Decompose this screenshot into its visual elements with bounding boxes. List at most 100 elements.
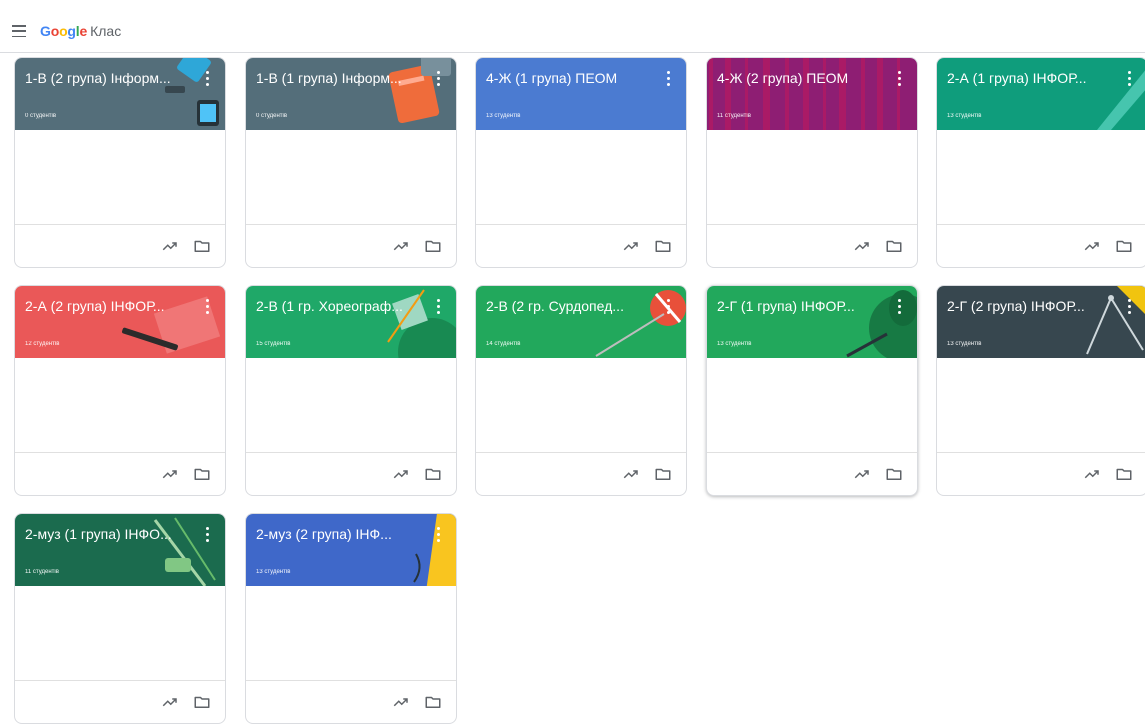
trending-icon[interactable] bbox=[853, 237, 871, 255]
more-vert-icon[interactable] bbox=[203, 525, 211, 543]
class-title[interactable]: 2-Г (2 група) ІНФОР... bbox=[947, 298, 1115, 314]
student-count: 13 студентів bbox=[256, 569, 291, 575]
class-banner[interactable]: 2-Г (1 група) ІНФОР... 13 студентів bbox=[707, 286, 917, 358]
class-title[interactable]: 2-муз (2 група) ІНФ... bbox=[256, 526, 424, 542]
student-count: 13 студентів bbox=[947, 113, 982, 119]
student-count: 0 студентів bbox=[256, 113, 288, 119]
card-footer bbox=[246, 224, 456, 267]
student-count: 15 студентів bbox=[256, 341, 291, 347]
more-vert-icon[interactable] bbox=[434, 525, 442, 543]
class-banner[interactable]: 2-В (1 гр. Хореограф... 15 студентів bbox=[246, 286, 456, 358]
trending-icon[interactable] bbox=[392, 237, 410, 255]
class-title[interactable]: 2-Г (1 група) ІНФОР... bbox=[717, 298, 885, 314]
class-card[interactable]: 2-А (1 група) ІНФОР... 13 студентів bbox=[936, 57, 1145, 268]
class-card[interactable]: 2-В (2 гр. Сурдопед... 14 студентів bbox=[475, 285, 687, 496]
more-vert-icon[interactable] bbox=[434, 69, 442, 87]
student-count: 14 студентів bbox=[486, 341, 521, 347]
card-footer bbox=[15, 680, 225, 723]
more-vert-icon[interactable] bbox=[895, 297, 903, 315]
class-title[interactable]: 2-муз (1 група) ІНФО... bbox=[25, 526, 193, 542]
class-title[interactable]: 1-В (1 група) Інформ... bbox=[256, 70, 424, 86]
folder-icon[interactable] bbox=[193, 465, 211, 483]
class-card[interactable]: 1-В (1 група) Інформ... 0 студентів bbox=[245, 57, 457, 268]
card-footer bbox=[707, 452, 917, 495]
trending-icon[interactable] bbox=[1083, 237, 1101, 255]
top-app-bar: Google Клас bbox=[0, 10, 1145, 53]
class-card[interactable]: 2-Г (2 група) ІНФОР... 13 студентів bbox=[936, 285, 1145, 496]
trending-icon[interactable] bbox=[392, 693, 410, 711]
more-vert-icon[interactable] bbox=[1125, 297, 1133, 315]
class-title[interactable]: 2-В (2 гр. Сурдопед... bbox=[486, 298, 654, 314]
trending-icon[interactable] bbox=[161, 465, 179, 483]
class-card[interactable]: 2-муз (2 група) ІНФ... 13 студентів bbox=[245, 513, 457, 724]
card-footer bbox=[15, 224, 225, 267]
class-card[interactable]: 2-муз (1 група) ІНФО... 11 студентів bbox=[14, 513, 226, 724]
folder-icon[interactable] bbox=[885, 465, 903, 483]
class-banner[interactable]: 2-А (1 група) ІНФОР... 13 студентів bbox=[937, 58, 1145, 130]
student-count: 12 студентів bbox=[25, 341, 60, 347]
class-banner[interactable]: 2-Г (2 група) ІНФОР... 13 студентів bbox=[937, 286, 1145, 358]
folder-icon[interactable] bbox=[193, 693, 211, 711]
student-count: 11 студентів bbox=[717, 113, 751, 119]
student-count: 13 студентів bbox=[947, 341, 982, 347]
folder-icon[interactable] bbox=[654, 237, 672, 255]
folder-icon[interactable] bbox=[424, 465, 442, 483]
card-footer bbox=[246, 452, 456, 495]
trending-icon[interactable] bbox=[161, 237, 179, 255]
student-count: 13 студентів bbox=[486, 113, 521, 119]
class-title[interactable]: 2-В (1 гр. Хореограф... bbox=[256, 298, 424, 314]
class-banner[interactable]: 1-В (2 група) Інформ... 0 студентів bbox=[15, 58, 225, 130]
class-title[interactable]: 4-Ж (2 група) ПЕОМ bbox=[717, 70, 885, 86]
folder-icon[interactable] bbox=[424, 237, 442, 255]
google-logo: Google bbox=[40, 23, 88, 39]
card-footer bbox=[476, 452, 686, 495]
more-vert-icon[interactable] bbox=[434, 297, 442, 315]
class-banner[interactable]: 4-Ж (1 група) ПЕОМ 13 студентів bbox=[476, 58, 686, 130]
class-title[interactable]: 4-Ж (1 група) ПЕОМ bbox=[486, 70, 654, 86]
student-count: 0 студентів bbox=[25, 113, 57, 119]
class-banner[interactable]: 4-Ж (2 група) ПЕОМ 11 студентів bbox=[707, 58, 917, 130]
student-count: 11 студентів bbox=[25, 569, 59, 575]
class-card[interactable]: 4-Ж (2 група) ПЕОМ 11 студентів bbox=[706, 57, 918, 268]
trending-icon[interactable] bbox=[392, 465, 410, 483]
card-footer bbox=[707, 224, 917, 267]
folder-icon[interactable] bbox=[654, 465, 672, 483]
more-vert-icon[interactable] bbox=[1125, 69, 1133, 87]
more-vert-icon[interactable] bbox=[203, 297, 211, 315]
class-banner[interactable]: 2-муз (1 група) ІНФО... 11 студентів bbox=[15, 514, 225, 586]
trending-icon[interactable] bbox=[622, 465, 640, 483]
card-footer bbox=[937, 224, 1145, 267]
trending-icon[interactable] bbox=[853, 465, 871, 483]
folder-icon[interactable] bbox=[1115, 465, 1133, 483]
class-banner[interactable]: 2-А (2 група) ІНФОР... 12 студентів bbox=[15, 286, 225, 358]
class-banner[interactable]: 2-муз (2 група) ІНФ... 13 студентів bbox=[246, 514, 456, 586]
class-card[interactable]: 2-В (1 гр. Хореограф... 15 студентів bbox=[245, 285, 457, 496]
product-name: Клас bbox=[90, 23, 122, 39]
card-footer bbox=[15, 452, 225, 495]
folder-icon[interactable] bbox=[424, 693, 442, 711]
class-card[interactable]: 2-А (2 група) ІНФОР... 12 студентів bbox=[14, 285, 226, 496]
class-title[interactable]: 2-А (1 група) ІНФОР... bbox=[947, 70, 1115, 86]
class-banner[interactable]: 1-В (1 група) Інформ... 0 студентів bbox=[246, 58, 456, 130]
trending-icon[interactable] bbox=[161, 693, 179, 711]
folder-icon[interactable] bbox=[1115, 237, 1133, 255]
class-title[interactable]: 2-А (2 група) ІНФОР... bbox=[25, 298, 193, 314]
class-card[interactable]: 2-Г (1 група) ІНФОР... 13 студентів bbox=[706, 285, 918, 496]
card-footer bbox=[246, 680, 456, 723]
folder-icon[interactable] bbox=[193, 237, 211, 255]
class-banner[interactable]: 2-В (2 гр. Сурдопед... 14 студентів bbox=[476, 286, 686, 358]
more-vert-icon[interactable] bbox=[664, 297, 672, 315]
student-count: 13 студентів bbox=[717, 341, 752, 347]
more-vert-icon[interactable] bbox=[203, 69, 211, 87]
folder-icon[interactable] bbox=[885, 237, 903, 255]
card-footer bbox=[937, 452, 1145, 495]
class-title[interactable]: 1-В (2 група) Інформ... bbox=[25, 70, 193, 86]
trending-icon[interactable] bbox=[622, 237, 640, 255]
more-vert-icon[interactable] bbox=[895, 69, 903, 87]
class-card[interactable]: 4-Ж (1 група) ПЕОМ 13 студентів bbox=[475, 57, 687, 268]
more-vert-icon[interactable] bbox=[664, 69, 672, 87]
class-card[interactable]: 1-В (2 група) Інформ... 0 студентів bbox=[14, 57, 226, 268]
trending-icon[interactable] bbox=[1083, 465, 1101, 483]
main-menu-icon[interactable] bbox=[12, 25, 26, 37]
brand[interactable]: Google Клас bbox=[40, 23, 121, 39]
